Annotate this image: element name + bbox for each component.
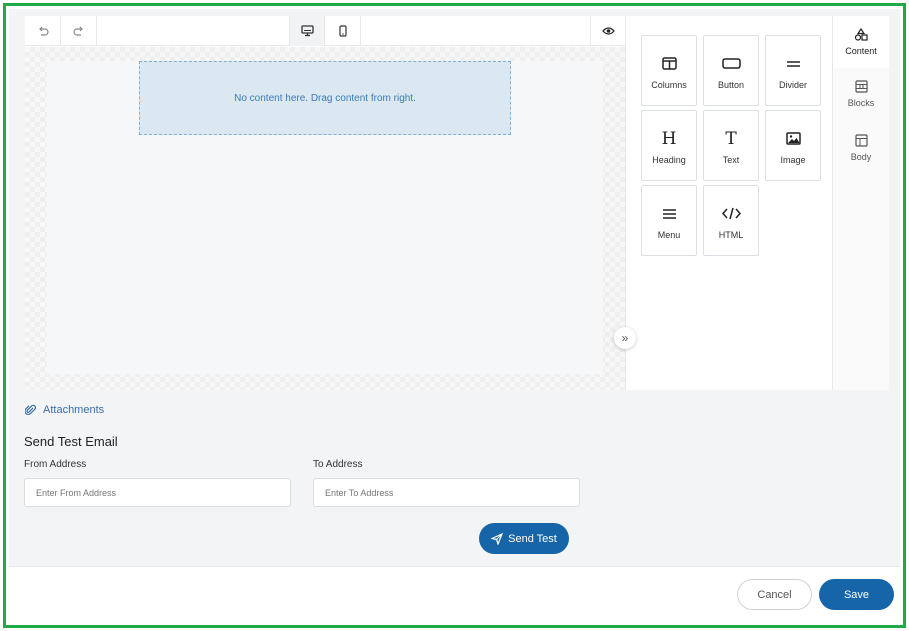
modal-body: No content here. Drag content from right…: [9, 9, 900, 566]
cancel-button[interactable]: Cancel: [737, 579, 812, 610]
columns-icon: [661, 57, 677, 70]
to-address-input[interactable]: [313, 478, 580, 507]
preview-button[interactable]: [590, 16, 626, 46]
send-icon: [491, 532, 504, 545]
tile-menu[interactable]: Menu: [641, 185, 697, 256]
tile-label: Menu: [657, 229, 681, 240]
to-address-label: To Address: [313, 459, 363, 470]
editor-canvas: No content here. Drag content from right…: [25, 47, 625, 390]
tile-columns[interactable]: Columns: [641, 35, 697, 106]
menu-icon: [662, 208, 676, 219]
collapse-panel-button[interactable]: »: [614, 327, 636, 349]
attachments-label: Attachments: [43, 404, 105, 416]
mobile-view-button[interactable]: [325, 16, 361, 46]
email-editor: No content here. Drag content from right…: [25, 16, 889, 390]
tile-label: Image: [780, 154, 806, 165]
from-address-label: From Address: [24, 459, 87, 470]
tile-label: HTML: [718, 229, 744, 240]
tab-label: Blocks: [847, 98, 875, 108]
tab-content[interactable]: Content: [833, 16, 889, 68]
tile-label: Divider: [778, 79, 807, 90]
paperclip-icon: [25, 404, 36, 415]
chevrons-right-icon: »: [621, 331, 629, 345]
send-test-title: Send Test Email: [24, 434, 118, 449]
send-test-label: Send Test: [508, 532, 557, 545]
side-tabs: Content Blocks Body: [833, 16, 889, 390]
tile-button[interactable]: Button: [703, 35, 759, 106]
tile-divider[interactable]: Divider: [765, 35, 821, 106]
tab-label: Content: [845, 46, 877, 56]
desktop-view-button[interactable]: [289, 16, 325, 46]
heading-icon: H: [661, 128, 677, 149]
tile-label: Columns: [651, 79, 687, 90]
mobile-icon: [338, 25, 347, 37]
tab-body[interactable]: Body: [833, 122, 889, 174]
button-icon: [721, 58, 741, 69]
modal-footer: Cancel Save: [9, 566, 900, 625]
send-test-button[interactable]: Send Test: [479, 523, 569, 554]
shapes-icon: [854, 28, 868, 41]
divider-icon: [786, 60, 800, 67]
eye-icon: [602, 27, 615, 35]
save-button[interactable]: Save: [819, 579, 894, 610]
undo-button[interactable]: [25, 16, 61, 46]
tile-label: Button: [717, 79, 745, 90]
tile-html[interactable]: HTML: [703, 185, 759, 256]
drop-zone[interactable]: No content here. Drag content from right…: [139, 61, 511, 135]
code-icon: [721, 207, 741, 220]
tile-text[interactable]: T Text: [703, 110, 759, 181]
undo-icon: [38, 26, 49, 36]
layout-icon: [854, 134, 868, 147]
text-icon: T: [725, 128, 737, 149]
editor-toolbar: [25, 16, 625, 46]
image-icon: [785, 132, 801, 145]
modal-frame: No content here. Drag content from right…: [3, 3, 906, 628]
tile-label: Heading: [652, 154, 686, 165]
content-panel: Columns Button Divider H Heading T Text: [625, 16, 833, 390]
blocks-icon: [854, 80, 868, 93]
redo-button[interactable]: [61, 16, 97, 46]
tile-label: Text: [722, 154, 740, 165]
tile-heading[interactable]: H Heading: [641, 110, 697, 181]
from-address-input[interactable]: [24, 478, 291, 507]
tab-blocks[interactable]: Blocks: [833, 68, 889, 120]
desktop-icon: [300, 25, 314, 37]
email-body-area: No content here. Drag content from right…: [47, 61, 603, 374]
attachments-link[interactable]: Attachments: [25, 404, 104, 416]
tab-label: Body: [850, 152, 872, 162]
redo-icon: [72, 26, 83, 36]
tile-image[interactable]: Image: [765, 110, 821, 181]
